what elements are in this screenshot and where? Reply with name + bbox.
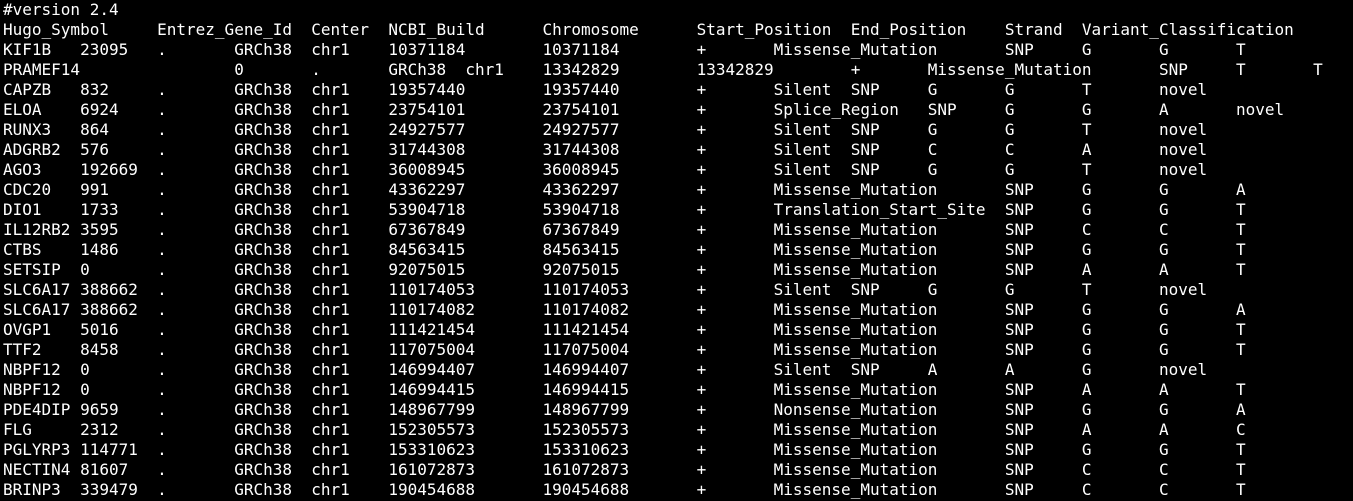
- maf-row: SETSIP 0 . GRCh38 chr1 92075015 92075015…: [3, 260, 1246, 279]
- maf-row: TTF2 8458 . GRCh38 chr1 117075004 117075…: [3, 340, 1246, 359]
- maf-row: PGLYRP3 114771 . GRCh38 chr1 153310623 1…: [3, 440, 1246, 459]
- maf-row: FLG 2312 . GRCh38 chr1 152305573 1523055…: [3, 420, 1246, 439]
- maf-row: SLC6A17 388662 . GRCh38 chr1 110174082 1…: [3, 300, 1246, 319]
- maf-row: KIF1B 23095 . GRCh38 chr1 10371184 10371…: [3, 40, 1246, 59]
- maf-row: BRINP3 339479 . GRCh38 chr1 190454688 19…: [3, 480, 1246, 499]
- terminal-output[interactable]: #version 2.4 Hugo_Symbol Entrez_Gene_Id C…: [0, 0, 1353, 501]
- version-comment-line: #version 2.4: [3, 0, 119, 19]
- maf-row: AGO3 192669 . GRCh38 chr1 36008945 36008…: [3, 160, 1208, 179]
- maf-row: DIO1 1733 . GRCh38 chr1 53904718 5390471…: [3, 200, 1246, 219]
- maf-header-line: Hugo_Symbol Entrez_Gene_Id Center NCBI_B…: [3, 20, 1294, 39]
- maf-row: ELOA 6924 . GRCh38 chr1 23754101 2375410…: [3, 100, 1285, 119]
- maf-row: CDC20 991 . GRCh38 chr1 43362297 4336229…: [3, 180, 1246, 199]
- maf-row: NBPF12 0 . GRCh38 chr1 146994415 1469944…: [3, 380, 1246, 399]
- maf-row: OVGP1 5016 . GRCh38 chr1 111421454 11142…: [3, 320, 1246, 339]
- maf-row: RUNX3 864 . GRCh38 chr1 24927577 2492757…: [3, 120, 1208, 139]
- maf-row: PRAMEF14 0 . GRCh38 chr1 13342829 133428…: [3, 60, 1323, 79]
- maf-row: PDE4DIP 9659 . GRCh38 chr1 148967799 148…: [3, 400, 1246, 419]
- maf-row: CAPZB 832 . GRCh38 chr1 19357440 1935744…: [3, 80, 1208, 99]
- maf-row: ADGRB2 576 . GRCh38 chr1 31744308 317443…: [3, 140, 1208, 159]
- maf-row: NBPF12 0 . GRCh38 chr1 146994407 1469944…: [3, 360, 1208, 379]
- maf-row: IL12RB2 3595 . GRCh38 chr1 67367849 6736…: [3, 220, 1246, 239]
- maf-row: CTBS 1486 . GRCh38 chr1 84563415 8456341…: [3, 240, 1246, 259]
- maf-row: NECTIN4 81607 . GRCh38 chr1 161072873 16…: [3, 460, 1246, 479]
- maf-row: SLC6A17 388662 . GRCh38 chr1 110174053 1…: [3, 280, 1208, 299]
